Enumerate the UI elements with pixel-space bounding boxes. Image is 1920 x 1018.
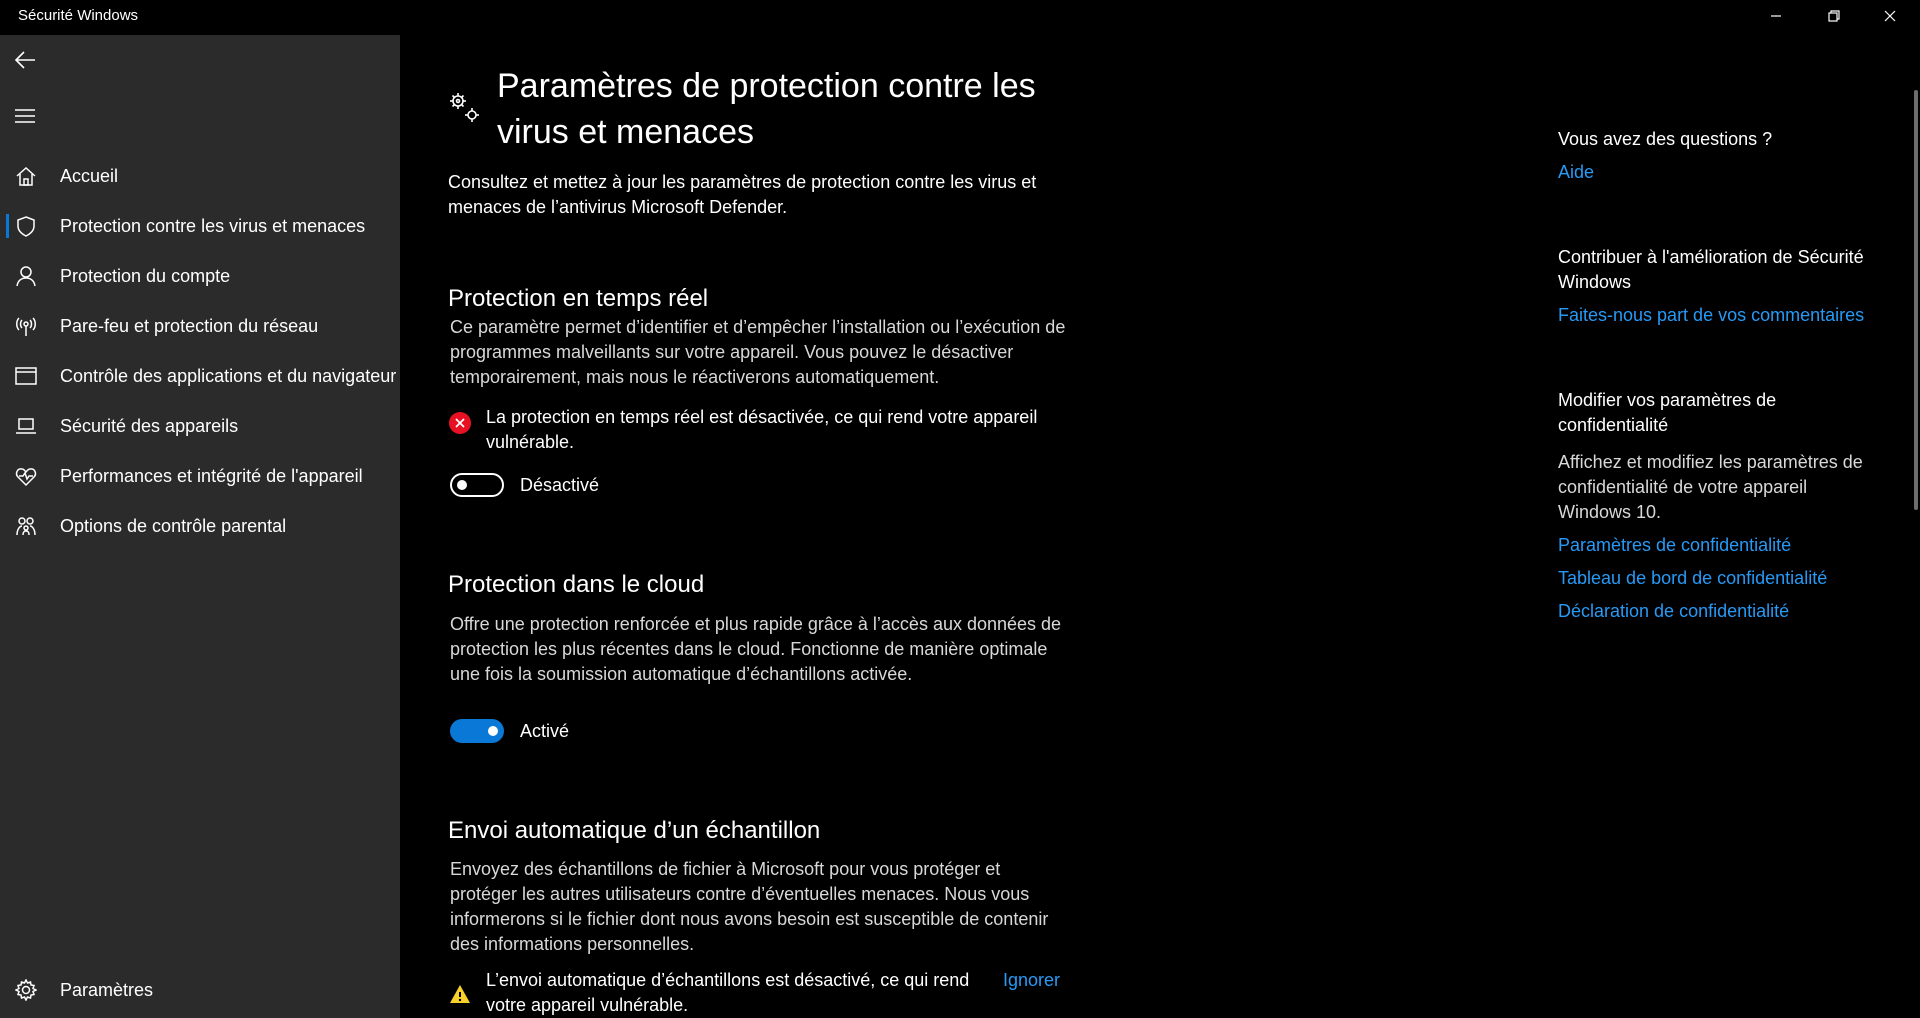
sidebar-item-label: Paramètres: [60, 979, 154, 1000]
sidebar: Accueil Protection contre les virus et m…: [0, 35, 400, 1018]
sidebar-item-label: Protection du compte: [60, 265, 231, 286]
sidebar-item-home[interactable]: Accueil: [0, 153, 400, 199]
cloud-heading: Protection dans le cloud: [448, 571, 705, 598]
close-icon: [1884, 10, 1896, 22]
title-bar: Sécurité Windows: [0, 0, 1920, 35]
sample-description: Envoyez des échantillons de fichier à Mi…: [450, 859, 1049, 954]
privacy-statement-link[interactable]: Déclaration de confidentialité: [1558, 599, 1878, 624]
restore-button[interactable]: [1806, 0, 1862, 32]
selection-indicator: [6, 214, 9, 238]
contribute-section: Contribuer à l'amélioration de Sécurité …: [1558, 245, 1878, 328]
realtime-heading: Protection en temps réel: [448, 285, 709, 312]
privacy-text: Affichez et modifiez les paramètres de c…: [1558, 452, 1863, 522]
cloud-description: Offre une protection renforcée et plus r…: [450, 614, 1062, 684]
sample-heading: Envoi automatique d’un échantillon: [448, 817, 821, 844]
main-content: Paramètres de protection contre les viru…: [400, 35, 1920, 1018]
sidebar-item-label: Accueil: [60, 165, 119, 186]
cloud-toggle[interactable]: [450, 719, 504, 743]
toggle-knob: [488, 726, 498, 736]
menu-button[interactable]: [10, 101, 40, 131]
questions-section: Vous avez des questions ? Aide: [1558, 127, 1878, 185]
restore-icon: [1828, 10, 1840, 22]
minimize-icon: [1771, 15, 1781, 17]
sidebar-item-device-performance[interactable]: Performances et intégrité de l'appareil: [0, 453, 400, 499]
family-icon: [14, 514, 38, 538]
sidebar-item-device-security[interactable]: Sécurité des appareils: [0, 403, 400, 449]
hamburger-icon: [15, 109, 35, 123]
sidebar-item-firewall[interactable]: Pare-feu et protection du réseau: [0, 303, 400, 349]
privacy-heading: Modifier vos paramètres de confidentiali…: [1558, 390, 1777, 435]
sidebar-item-account-protection[interactable]: Protection du compte: [0, 253, 400, 299]
questions-heading: Vous avez des questions ?: [1558, 129, 1773, 149]
sample-status-text: L’envoi automatique d’échantillons est d…: [486, 970, 970, 1015]
sidebar-item-label: Pare-feu et protection du réseau: [60, 315, 319, 336]
minimize-button[interactable]: [1748, 0, 1804, 32]
sidebar-item-label: Contrôle des applications et du navigate…: [60, 365, 397, 386]
wireless-icon: [14, 314, 38, 338]
cloud-toggle-label: Activé: [520, 721, 570, 741]
page-title: Paramètres de protection contre les viru…: [497, 67, 1036, 151]
privacy-dashboard-link[interactable]: Tableau de bord de confidentialité: [1558, 566, 1878, 591]
realtime-toggle[interactable]: [450, 473, 504, 497]
laptop-icon: [14, 414, 38, 438]
sidebar-item-label: Protection contre les virus et menaces: [60, 215, 366, 236]
privacy-section: Modifier vos paramètres de confidentiali…: [1558, 388, 1878, 624]
sidebar-item-label: Performances et intégrité de l'appareil: [60, 465, 363, 486]
sidebar-item-settings[interactable]: Paramètres: [0, 967, 400, 1013]
settings-gears-icon: [450, 93, 479, 122]
help-link[interactable]: Aide: [1558, 160, 1878, 185]
back-button[interactable]: [10, 45, 40, 75]
realtime-toggle-label: Désactivé: [520, 475, 600, 495]
toggle-knob: [457, 480, 467, 490]
sidebar-item-virus-protection[interactable]: Protection contre les virus et menaces: [0, 203, 400, 249]
sample-status: L’envoi automatique d’échantillons est d…: [448, 968, 1006, 1018]
shield-icon: [14, 214, 38, 238]
feedback-link[interactable]: Faites-nous part de vos commentaires: [1558, 303, 1878, 328]
ignore-link[interactable]: Ignorer: [1003, 970, 1060, 991]
sidebar-item-family-options[interactable]: Options de contrôle parental: [0, 503, 400, 549]
close-button[interactable]: [1862, 0, 1918, 32]
warning-icon: [450, 985, 470, 1003]
sidebar-item-app-browser-control[interactable]: Contrôle des applications et du navigate…: [0, 353, 400, 399]
gear-icon: [14, 978, 38, 1002]
realtime-status-text: La protection en temps réel est désactiv…: [486, 407, 1038, 452]
person-icon: [14, 264, 38, 288]
realtime-description: Ce paramètre permet d’identifier et d’em…: [450, 317, 1066, 387]
realtime-status: La protection en temps réel est désactiv…: [448, 405, 1066, 455]
scrollbar[interactable]: [1914, 90, 1918, 510]
page-description: Consultez et mettez à jour les paramètre…: [448, 172, 1037, 217]
window-title: Sécurité Windows: [18, 7, 139, 24]
sidebar-item-label: Sécurité des appareils: [60, 415, 239, 436]
heart-pulse-icon: [14, 464, 38, 488]
home-icon: [14, 164, 38, 188]
browser-window-icon: [14, 364, 38, 388]
sidebar-item-label: Options de contrôle parental: [60, 515, 287, 536]
back-arrow-icon: [14, 51, 35, 69]
error-icon: [449, 412, 471, 434]
contribute-heading: Contribuer à l'amélioration de Sécurité …: [1558, 247, 1864, 292]
privacy-settings-link[interactable]: Paramètres de confidentialité: [1558, 533, 1878, 558]
